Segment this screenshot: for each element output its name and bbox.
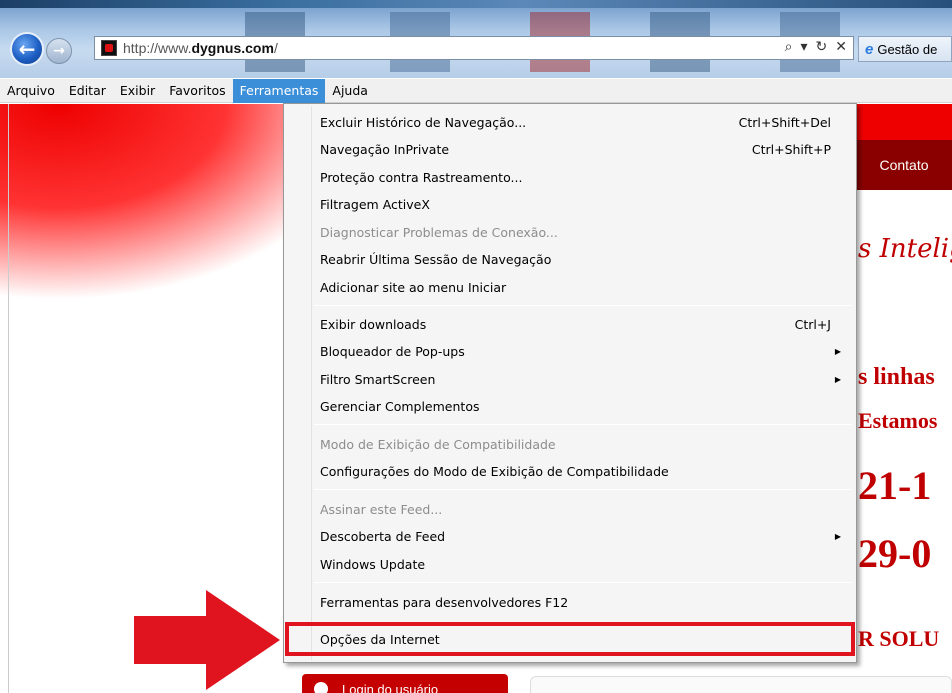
page-bottom-box xyxy=(530,676,952,693)
login-label: Login do usuário xyxy=(342,681,439,693)
address-bar[interactable]: http://www.dygnus.com/ ⌕ ▾ ↻ ✕ xyxy=(94,36,854,60)
page-text-estamos: Estamos xyxy=(858,408,938,433)
menu-item-label: Gerenciar Complementos xyxy=(320,399,480,414)
menu-item-filtro-smartscreen[interactable]: Filtro SmartScreen ▶ xyxy=(287,366,853,393)
menu-separator xyxy=(314,489,852,490)
menu-item-label: Configurações do Modo de Exibição de Com… xyxy=(320,464,669,479)
menu-item-diagnosticar: Diagnosticar Problemas de Conexão... xyxy=(287,219,853,246)
menu-ferramentas[interactable]: Ferramentas xyxy=(232,78,326,103)
page-top-red-bar xyxy=(856,104,952,140)
menu-item-label: Ferramentas para desenvolvedores F12 xyxy=(320,595,569,610)
forward-button[interactable]: → xyxy=(46,38,72,64)
menu-arquivo[interactable]: Arquivo xyxy=(0,79,62,103)
menu-item-excluir-historico[interactable]: Excluir Histórico de Navegação... Ctrl+Sh… xyxy=(287,109,853,136)
menu-item-adicionar-site[interactable]: Adicionar site ao menu Iniciar xyxy=(287,274,853,301)
ie-logo-icon: e xyxy=(865,40,874,58)
menu-item-protecao-rastreamento[interactable]: Proteção contra Rastreamento... xyxy=(287,164,853,191)
menu-item-label: Exibir downloads xyxy=(320,317,427,332)
menu-item-label: Bloqueador de Pop-ups xyxy=(320,344,465,359)
menu-separator xyxy=(314,582,852,583)
menu-item-label: Windows Update xyxy=(320,557,426,572)
menu-item-opcoes-internet[interactable]: Opções da Internet xyxy=(285,622,855,656)
red-arrow-icon xyxy=(134,590,280,690)
menu-item-filtragem-activex[interactable]: Filtragem ActiveX xyxy=(287,191,853,218)
page-tagline: s Intelig xyxy=(858,234,952,264)
menu-item-label: Filtragem ActiveX xyxy=(320,197,430,212)
browser-tab[interactable]: e Gestão de xyxy=(858,36,952,62)
submenu-arrow-icon: ▶ xyxy=(834,347,841,356)
back-arrow-icon: ← xyxy=(18,37,36,61)
refresh-icon[interactable]: ↻ xyxy=(816,39,828,55)
menu-editar[interactable]: Editar xyxy=(62,79,113,103)
back-button[interactable]: ← xyxy=(10,32,44,66)
site-favicon-icon xyxy=(101,40,117,56)
menu-item-assinar-feed: Assinar este Feed... xyxy=(287,496,853,523)
shortcut-text: Ctrl+Shift+Del xyxy=(738,115,831,130)
url-suffix: / xyxy=(273,40,278,56)
page-text-linhas: s linhas xyxy=(858,364,935,390)
shortcut-text: Ctrl+J xyxy=(794,317,831,332)
menu-item-label: Proteção contra Rastreamento... xyxy=(320,170,523,185)
search-icon[interactable]: ⌕ xyxy=(785,39,793,55)
menu-item-label: Diagnosticar Problemas de Conexão... xyxy=(320,225,558,240)
menu-item-bloqueador-popups[interactable]: Bloqueador de Pop-ups ▶ xyxy=(287,338,853,365)
page-phone-2: 29-0 xyxy=(858,531,932,576)
menu-item-descoberta-feed[interactable]: Descoberta de Feed ▶ xyxy=(287,523,853,550)
submenu-arrow-icon: ▶ xyxy=(834,375,841,384)
menu-item-label: Modo de Exibição de Compatibilidade xyxy=(320,437,556,452)
menu-ajuda[interactable]: Ajuda xyxy=(325,79,375,103)
menu-item-gerenciar-complementos[interactable]: Gerenciar Complementos xyxy=(287,393,853,420)
nav-contato[interactable]: Contato xyxy=(856,140,952,190)
url-prefix: http://www. xyxy=(123,40,192,56)
shortcut-text: Ctrl+Shift+P xyxy=(751,142,831,157)
user-icon xyxy=(314,682,328,693)
menu-item-label: Opções da Internet xyxy=(320,631,440,647)
menu-favoritos[interactable]: Favoritos xyxy=(162,79,232,103)
menu-item-exibir-downloads[interactable]: Exibir downloads Ctrl+J xyxy=(287,311,853,338)
window-top-strip xyxy=(0,0,952,8)
menu-item-reabrir-sessao[interactable]: Reabrir Última Sessão de Navegação xyxy=(287,246,853,273)
page-phone-1: 21-1 xyxy=(858,463,932,508)
menu-exibir[interactable]: Exibir xyxy=(113,79,162,103)
menu-item-label: Adicionar site ao menu Iniciar xyxy=(320,280,507,295)
url-domain: dygnus.com xyxy=(191,40,274,56)
url-text[interactable]: http://www.dygnus.com/ xyxy=(123,40,278,56)
menu-item-label: Excluir Histórico de Navegação... xyxy=(320,115,527,130)
tab-title: Gestão de xyxy=(877,41,938,57)
menu-item-label: Reabrir Última Sessão de Navegação xyxy=(320,252,552,267)
menu-item-label: Navegação InPrivate xyxy=(320,142,450,157)
menu-item-ferramentas-f12[interactable]: Ferramentas para desenvolvedores F12 xyxy=(287,589,853,616)
close-icon[interactable]: ✕ xyxy=(835,39,847,55)
menu-item-modo-compatibilidade: Modo de Exibição de Compatibilidade xyxy=(287,431,853,458)
menu-item-label: Assinar este Feed... xyxy=(320,502,443,517)
menu-bar: Arquivo Editar Exibir Favoritos Ferramen… xyxy=(0,78,952,103)
page-left-border xyxy=(8,104,9,693)
menu-item-config-compatibilidade[interactable]: Configurações do Modo de Exibição de Com… xyxy=(287,458,853,485)
forward-arrow-icon: → xyxy=(53,43,65,59)
tools-dropdown-menu: Excluir Histórico de Navegação... Ctrl+Sh… xyxy=(283,103,857,663)
page-text-solucoes: R SOLU xyxy=(858,626,940,651)
menu-item-windows-update[interactable]: Windows Update xyxy=(287,551,853,578)
menu-separator xyxy=(314,305,852,306)
menu-item-label: Filtro SmartScreen xyxy=(320,372,436,387)
chevron-down-icon[interactable]: ▾ xyxy=(801,39,808,55)
submenu-arrow-icon: ▶ xyxy=(834,532,841,541)
menu-item-label: Descoberta de Feed xyxy=(320,529,446,544)
menu-separator xyxy=(314,424,852,425)
login-button[interactable]: Login do usuário xyxy=(302,674,508,693)
menu-item-inprivate[interactable]: Navegação InPrivate Ctrl+Shift+P xyxy=(287,136,853,163)
address-tools: ⌕ ▾ ↻ ✕ xyxy=(785,39,847,55)
